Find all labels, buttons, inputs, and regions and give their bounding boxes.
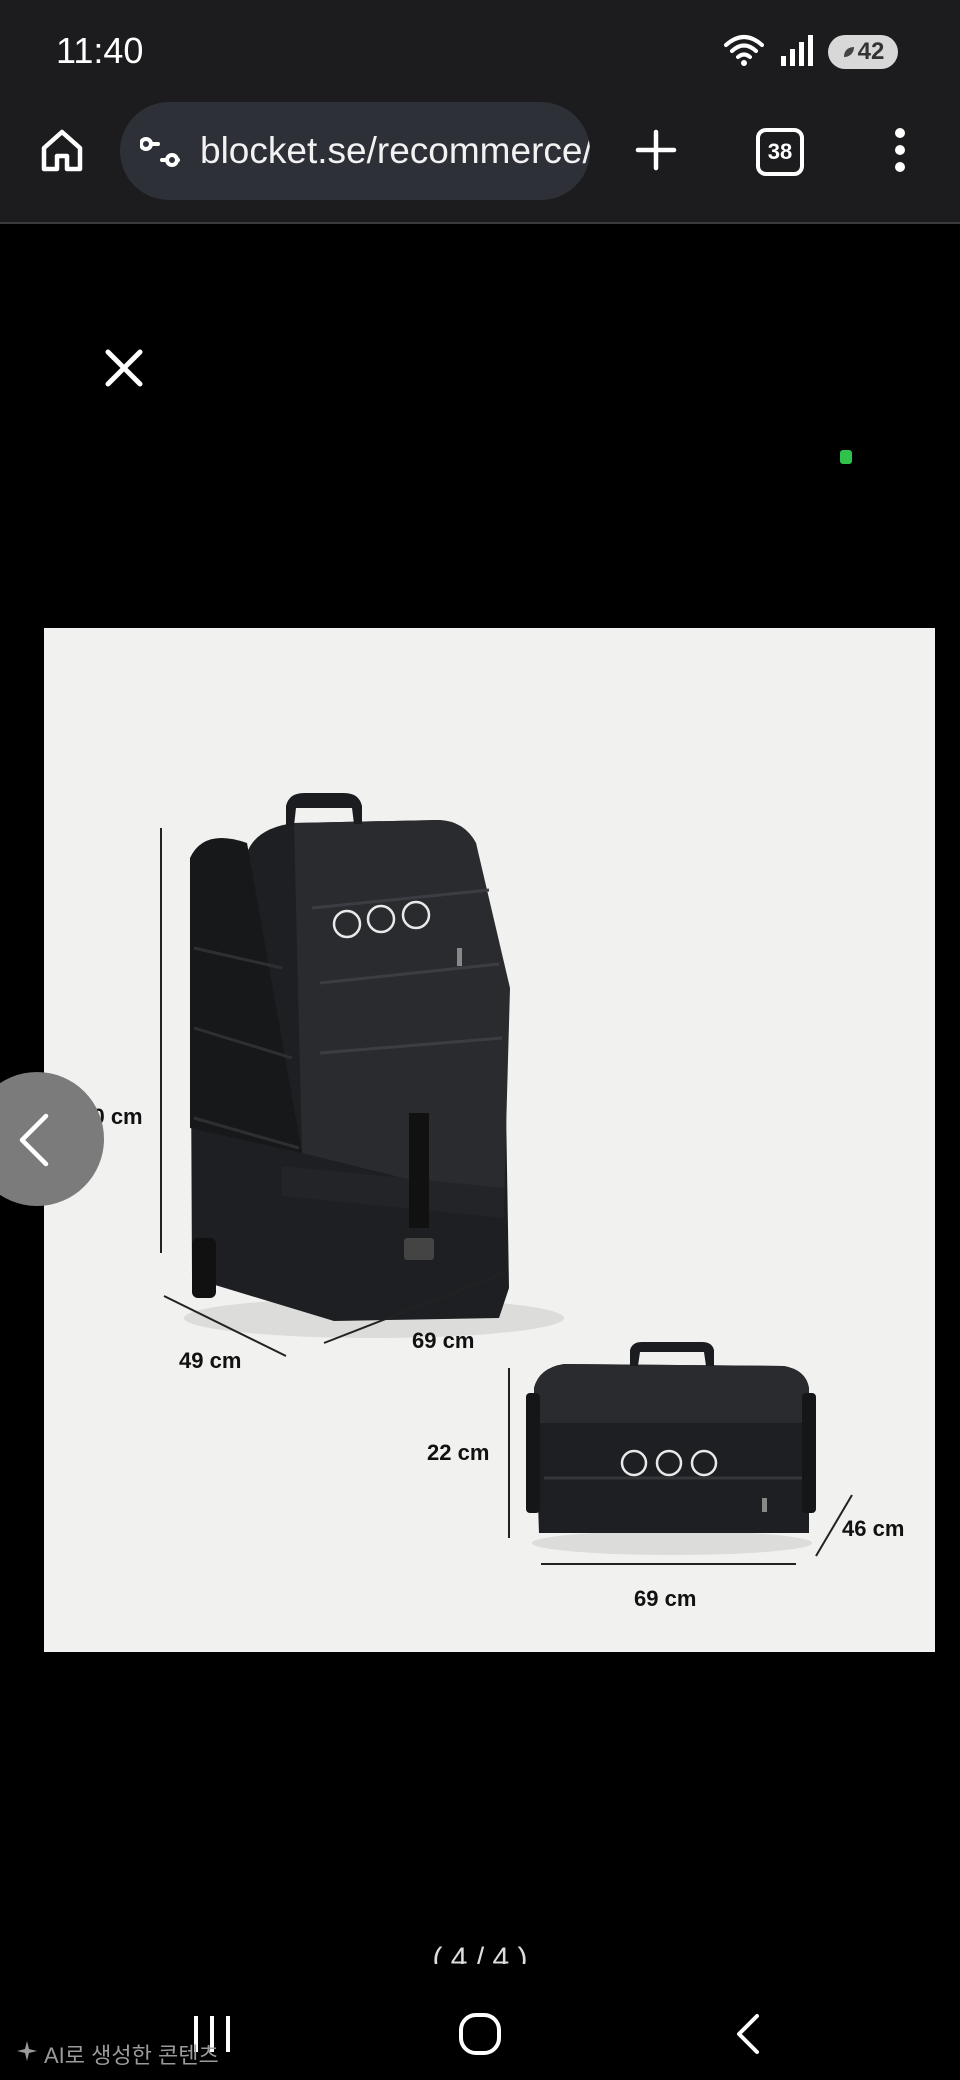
status-time: 11:40: [56, 30, 144, 71]
dimension-label: 69 cm: [412, 1328, 475, 1353]
home-button-icon: [457, 2011, 503, 2062]
status-bar: 11:40 42: [0, 0, 960, 100]
home-icon: [39, 127, 85, 178]
battery-saver-icon: [842, 38, 856, 66]
image-counter: ( 4 / 4 ): [432, 1942, 528, 1964]
url-text: blocket.se/recommerce/forsale/item/...: [200, 130, 590, 171]
battery-level: 42: [857, 38, 885, 65]
tabs-icon: 38: [756, 128, 804, 176]
travel-bag-illustration: [160, 793, 853, 1565]
new-tab-icon: [634, 128, 678, 177]
tab-count: 38: [767, 139, 793, 164]
more-options-button[interactable]: [868, 120, 932, 184]
product-image: 100 cm 49 cm 69 cm 22 cm 46 cm 69 cm: [44, 628, 935, 1652]
sparkle-icon: [16, 2040, 38, 2068]
status-icons: 42: [722, 32, 898, 72]
url-bar[interactable]: blocket.se/recommerce/forsale/item/...: [120, 102, 590, 200]
dimension-label: 49 cm: [179, 1348, 242, 1373]
ai-content-text: AI로 생성한 콘텐츠: [44, 2043, 219, 2068]
new-tab-button[interactable]: [624, 120, 688, 184]
battery-icon: 42: [828, 35, 898, 69]
home-button[interactable]: [30, 120, 94, 184]
browser-toolbar: blocket.se/recommerce/forsale/item/... 3…: [0, 100, 960, 224]
dimension-label: 69 cm: [634, 1586, 697, 1611]
more-options-icon: [893, 127, 907, 178]
ai-content-label: AI로 생성한 콘텐츠: [16, 2038, 219, 2070]
indicator-dot: [840, 450, 852, 464]
wifi-icon: [722, 33, 766, 72]
dimension-label: 22 cm: [427, 1440, 490, 1465]
tabs-button[interactable]: 38: [748, 120, 812, 184]
back-icon: [733, 2012, 763, 2061]
chevron-left-icon: [14, 1112, 54, 1168]
dimension-label: 46 cm: [842, 1516, 905, 1541]
image-viewer: 100 cm 49 cm 69 cm 22 cm 46 cm 69 cm ( 4…: [0, 224, 960, 1984]
back-nav-button[interactable]: [716, 2004, 780, 2068]
signal-icon: [780, 34, 814, 71]
close-icon: [94, 349, 154, 402]
site-settings-icon[interactable]: [140, 132, 180, 172]
close-button[interactable]: [94, 338, 154, 398]
home-nav-button[interactable]: [448, 2004, 512, 2068]
